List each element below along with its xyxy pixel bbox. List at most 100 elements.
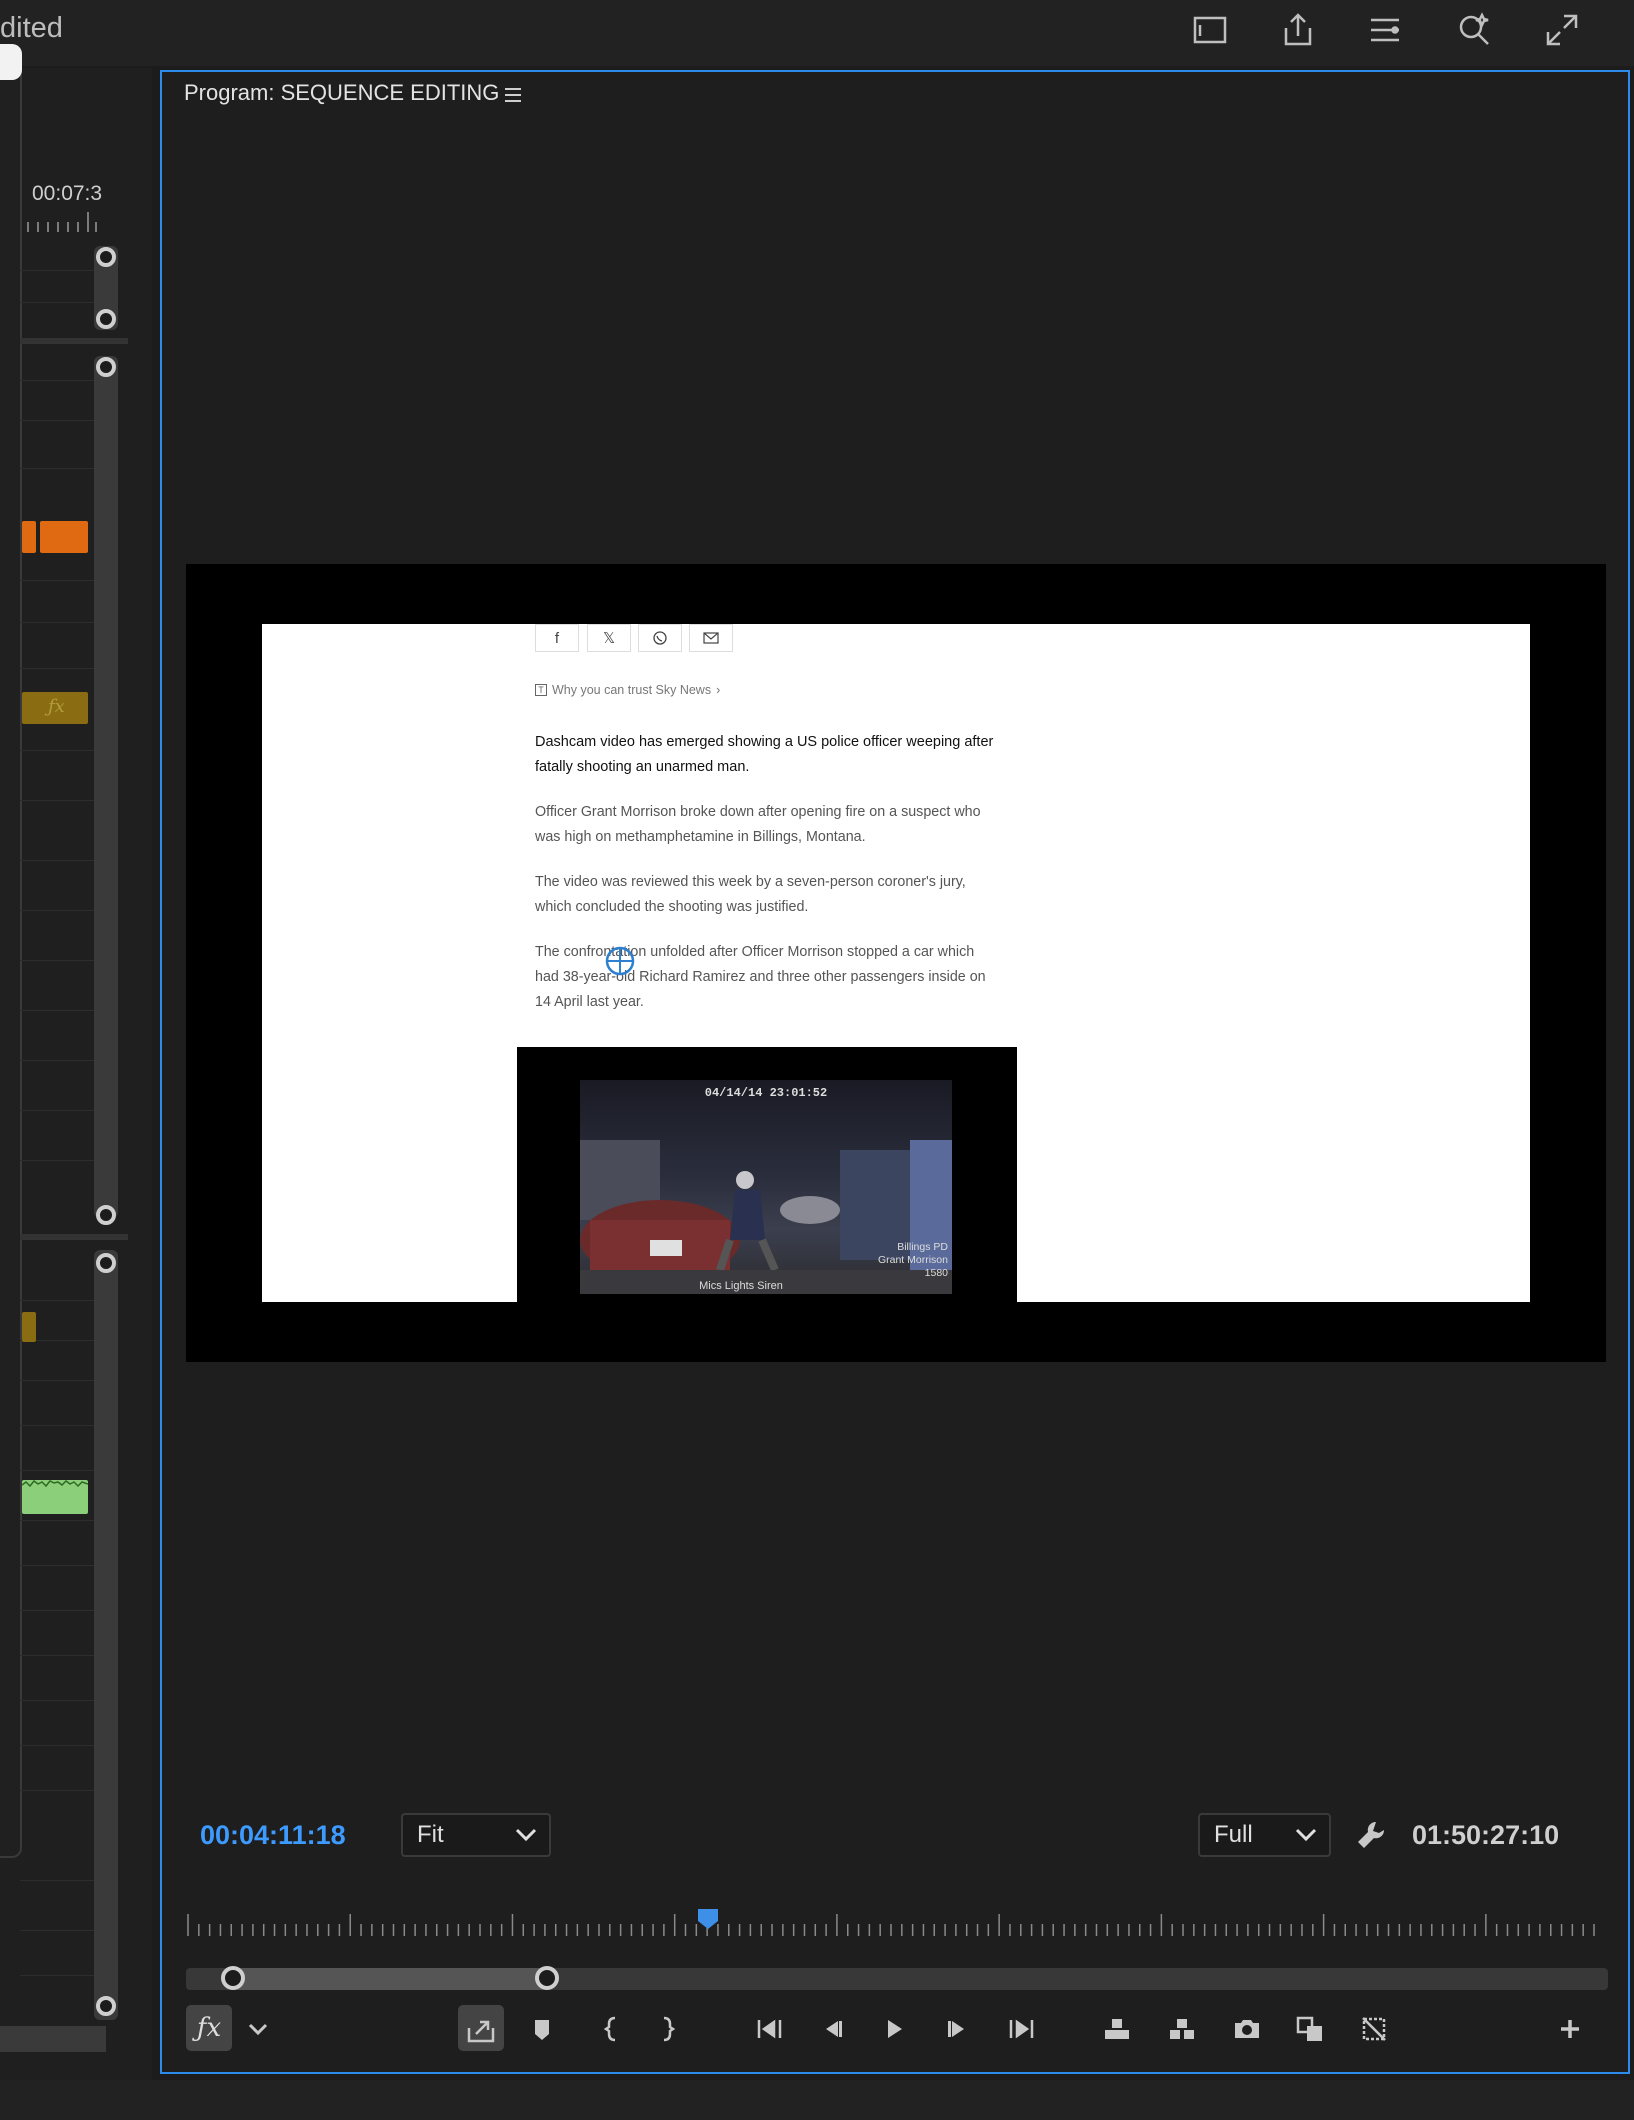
status-bar [0,2080,1634,2120]
scrollbar-handle[interactable] [96,357,116,377]
extract-icon[interactable] [1160,2007,1204,2051]
playback-resolution-select[interactable]: Full [1198,1813,1331,1857]
proxy-toggle-icon[interactable] [1352,2007,1396,2051]
track-lane [20,1655,94,1656]
fx-badge-icon: ƒx [48,696,65,717]
track-divider[interactable] [20,1234,128,1240]
zoom-end-handle[interactable] [535,1966,559,1990]
scrollbar-handle[interactable] [96,1205,116,1225]
track-lane [20,1745,94,1746]
timeline-clip[interactable] [22,521,36,553]
track-lane [20,622,94,623]
lift-icon[interactable] [1095,2007,1139,2051]
track-lane [20,1790,94,1791]
program-monitor-title[interactable]: Program: SEQUENCE EDITING [184,80,499,106]
global-fx-mute-button[interactable]: ƒx [186,2005,232,2051]
video-tracks-scrollbar[interactable] [94,356,118,1218]
scrollbar-handle[interactable] [96,1253,116,1273]
program-time-ruler[interactable] [186,1912,1596,1938]
x-share-icon: 𝕏 [587,624,631,652]
timeline-panel [0,68,152,2080]
go-to-in-icon[interactable] [747,2007,791,2051]
track-lane [20,1300,94,1301]
audio-tracks-scrollbar[interactable] [94,1250,118,2020]
trust-link-text: Why you can trust Sky News [552,683,712,697]
track-divider[interactable] [20,338,128,344]
workspace-panel-icon[interactable] [1186,8,1234,52]
mark-out-icon[interactable] [646,2007,690,2051]
track-lane [20,1060,94,1061]
step-back-icon[interactable] [811,2007,855,2051]
track-lane [20,302,94,303]
timeline-clip[interactable] [40,521,88,553]
audio-clip[interactable] [22,1480,88,1514]
dashcam-officer-id: Billings PD Grant Morrison 1580 [877,1241,948,1279]
floating-panel-edge [0,44,22,1858]
track-lane [20,1110,94,1111]
workspaces-menu-icon[interactable] [1361,8,1409,52]
timeline-horizontal-scrollbar[interactable] [0,2026,106,2052]
dashcam-timestamp: 04/14/14 23:01:52 [704,1086,828,1100]
share-export-icon[interactable] [1274,8,1322,52]
track-lane [20,800,94,801]
trust-badge-icon: T [535,684,547,696]
track-lane [20,468,94,469]
add-button-icon[interactable] [1548,2007,1592,2051]
track-lane [20,1610,94,1611]
track-lane [20,1425,94,1426]
timeline-ruler-timecode: 00:07:3 [32,182,103,205]
fullscreen-icon[interactable] [1538,8,1586,52]
go-to-out-icon[interactable] [1000,2007,1044,2051]
track-lane [20,1975,94,1976]
article-lead-paragraph: Dashcam video has emerged showing a US p… [535,734,994,775]
scrollbar-handle[interactable] [96,247,116,267]
camera-export-frame-icon[interactable] [1225,2007,1269,2051]
scrollbar-handle[interactable] [96,309,116,329]
track-lane [20,1520,94,1521]
dashcam-frame: 04/14/14 23:01:52 Billings PD Grant Morr… [580,1080,952,1294]
track-lane [20,1470,94,1471]
timeline-ruler-ticks [27,212,97,232]
email-share-icon [689,624,733,652]
zoom-scroll-range[interactable] [230,1968,548,1990]
track-lane [20,1700,94,1701]
track-lane [20,1930,94,1931]
track-lane [20,910,94,911]
scrollbar-handle[interactable] [96,1996,116,2016]
resolution-value: Full [1214,1821,1253,1848]
mark-in-icon[interactable] [589,2007,633,2051]
timeline-clip[interactable] [22,1312,36,1342]
playhead-icon[interactable] [697,1908,719,1930]
article-paragraph: The video was reviewed this week by a se… [535,874,966,915]
quick-search-icon[interactable] [1450,8,1498,52]
fx-options-chevron-icon[interactable] [236,2007,280,2051]
panel-menu-icon[interactable] [502,84,524,106]
crosshair-cursor-icon [605,946,635,976]
comparison-view-icon[interactable] [1288,2007,1332,2051]
track-lane [20,580,94,581]
zoom-level-select[interactable]: Fit [401,1813,551,1857]
play-icon[interactable] [872,2007,916,2051]
track-lane [20,668,94,669]
timeline-clip[interactable]: ƒx [22,692,88,724]
floating-panel-header [0,44,22,80]
track-lane [20,1010,94,1011]
track-lane [20,420,94,421]
zoom-start-handle[interactable] [221,1966,245,1990]
track-lane [20,270,94,271]
audio-waveform-icon [22,1480,88,1488]
chevron-right-icon: › [716,683,721,697]
step-forward-icon[interactable] [935,2007,979,2051]
wrench-settings-icon[interactable] [1354,1818,1388,1852]
playhead-timecode[interactable]: 00:04:11:18 [200,1820,346,1851]
track-lane [20,960,94,961]
track-lane [20,1160,94,1161]
article-paragraph: Officer Grant Morrison broke down after … [535,804,981,845]
add-marker-icon[interactable] [520,2007,564,2051]
track-lane [20,1380,94,1381]
track-lane [20,750,94,751]
export-frame-icon[interactable] [459,2007,503,2051]
track-lane [20,380,94,381]
chevron-down-icon [515,1828,537,1842]
trust-link: T Why you can trust Sky News › [535,683,720,697]
